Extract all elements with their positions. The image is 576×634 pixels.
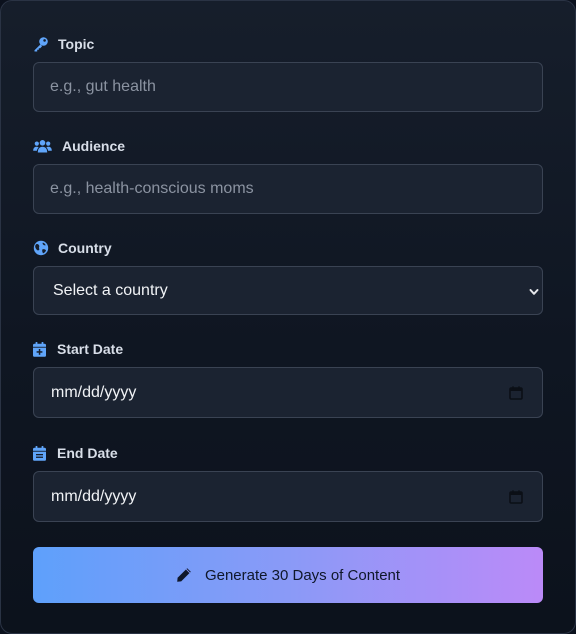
generate-button-label: Generate 30 Days of Content	[204, 566, 401, 584]
audience-field: Audience e.g., health-conscious moms	[33, 136, 543, 214]
end-date-input[interactable]: mm/dd/yyyy	[33, 471, 543, 522]
calendar-icon	[33, 445, 46, 461]
content-generator-card: Topic e.g., gut health Audience e.g., he…	[0, 0, 576, 634]
country-label: Country	[58, 240, 112, 256]
audience-label: Audience	[62, 138, 126, 154]
end-date-field: End Date mm/dd/yyyy	[33, 443, 543, 522]
pencil-icon	[176, 567, 192, 583]
start-date-value: mm/dd/yyyy	[51, 383, 137, 401]
start-date-label: Start Date	[57, 341, 124, 357]
users-icon	[33, 138, 52, 154]
audience-input[interactable]: e.g., health-conscious moms	[33, 164, 543, 214]
topic-placeholder: e.g., gut health	[50, 78, 156, 95]
start-date-label-row: Start Date	[33, 339, 543, 359]
globe-icon	[33, 240, 49, 256]
audience-placeholder: e.g., health-conscious moms	[50, 180, 254, 197]
generate-content-button[interactable]: Generate 30 Days of Content	[33, 547, 543, 603]
topic-input[interactable]: e.g., gut health	[33, 62, 543, 112]
audience-label-row: Audience	[33, 136, 543, 156]
country-field: Country Select a country	[33, 238, 543, 315]
key-icon	[33, 36, 49, 52]
topic-label-row: Topic	[33, 34, 543, 54]
calendar-outline-icon[interactable]	[509, 489, 523, 504]
country-label-row: Country	[33, 238, 543, 258]
calendar-plus-icon	[33, 341, 46, 357]
start-date-input[interactable]: mm/dd/yyyy	[33, 367, 543, 418]
end-date-label-row: End Date	[33, 443, 543, 463]
calendar-outline-icon[interactable]	[509, 385, 523, 400]
start-date-field: Start Date mm/dd/yyyy	[33, 339, 543, 418]
topic-field: Topic e.g., gut health	[33, 34, 543, 112]
end-date-value: mm/dd/yyyy	[51, 487, 137, 505]
country-select[interactable]: Select a country	[33, 266, 543, 315]
topic-label: Topic	[58, 36, 95, 52]
end-date-label: End Date	[57, 445, 118, 461]
country-selected-value: Select a country	[53, 281, 168, 299]
chevron-down-icon	[528, 285, 540, 297]
